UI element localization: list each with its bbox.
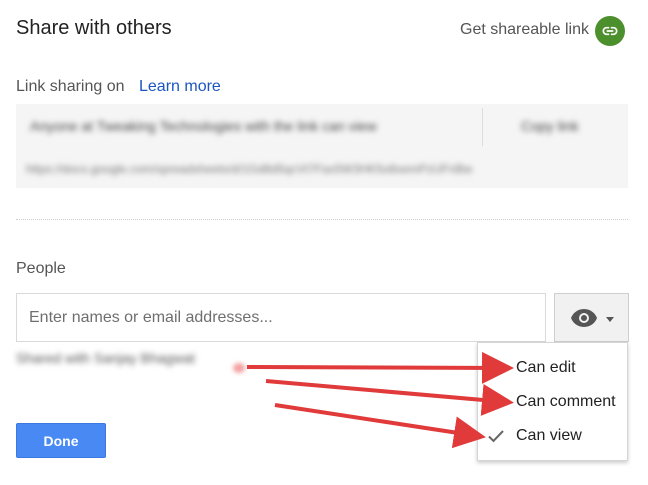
learn-more-link[interactable]: Learn more [139,78,221,96]
permission-dropdown-button[interactable] [554,293,629,342]
menu-item-label: Can edit [516,359,576,376]
eye-icon [570,308,597,327]
check-icon [488,419,508,453]
menu-item-can-comment[interactable]: Can comment [478,385,627,419]
arrow-to-can-edit [246,351,514,384]
share-url[interactable]: https://docs.google.com/spreadsheets/d/1… [26,162,472,176]
arrow-to-can-comment [265,379,514,416]
section-divider [16,219,628,220]
menu-item-can-view[interactable]: Can view [478,419,627,453]
copy-link-button[interactable]: Copy link [521,118,579,134]
menu-item-label: Can view [516,427,582,444]
get-link-button[interactable] [595,16,625,46]
shared-with-text: Shared with Sanjay Bhagwat [16,350,195,366]
people-label: People [16,260,66,277]
done-button[interactable]: Done [16,423,106,458]
dialog-title: Share with others [16,17,172,39]
link-access-dropdown[interactable]: Anyone at Tweaking Technologies with the… [30,118,377,134]
annotation-dot [233,363,245,373]
chevron-down-icon [605,316,614,322]
link-sharing-panel: Anyone at Tweaking Technologies with the… [16,104,628,188]
people-input[interactable] [16,293,546,342]
arrow-to-can-view [274,403,486,449]
menu-item-can-edit[interactable]: Can edit [478,351,627,385]
get-shareable-link[interactable]: Get shareable link [460,21,589,39]
link-sharing-status: Link sharing on [16,78,125,95]
link-panel-separator [482,108,483,146]
link-icon [602,26,618,36]
permission-menu: Can edit Can comment Can view [477,342,628,461]
menu-item-label: Can comment [516,393,616,410]
